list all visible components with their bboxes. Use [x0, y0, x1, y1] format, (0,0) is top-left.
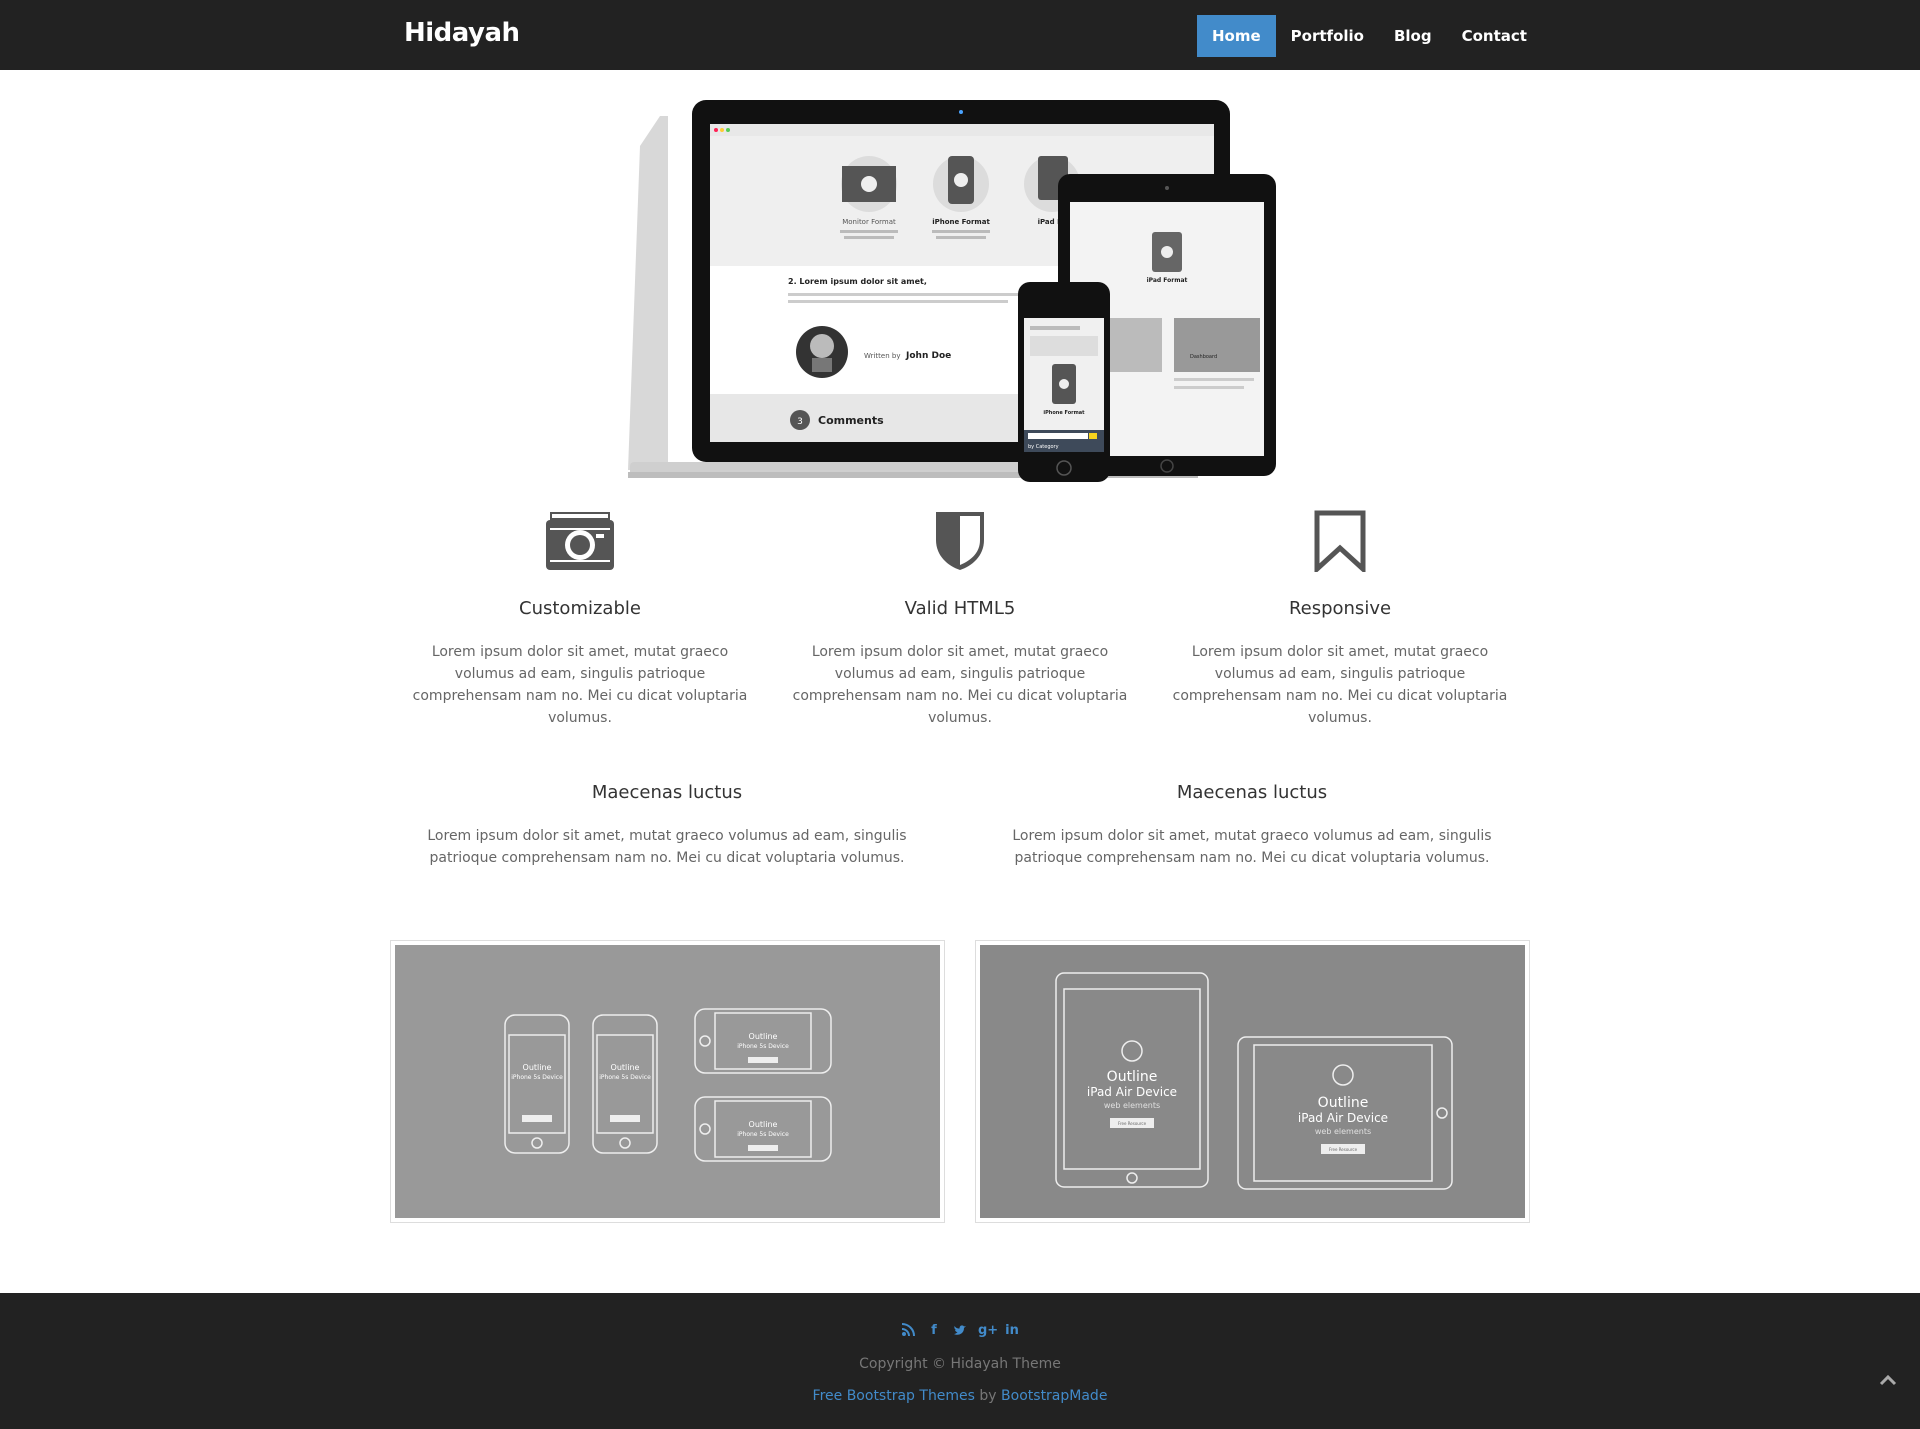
nav-contact[interactable]: Contact [1447, 15, 1542, 57]
card-title: Outline [749, 1120, 778, 1129]
rss-icon[interactable] [900, 1323, 916, 1339]
credit-link[interactable]: Free Bootstrap Themes [813, 1388, 975, 1404]
hero-comments-label: Comments [818, 414, 884, 427]
column-text: Lorem ipsum dolor sit amet, mutat graeco… [1012, 828, 1492, 866]
back-to-top-chevron-up-icon[interactable] [1876, 1368, 1900, 1392]
card-subtitle: iPad Air Device [1298, 1111, 1388, 1125]
card-title: Outline [1318, 1095, 1369, 1111]
feature-text: Lorem ipsum dolor sit amet, mutat graeco… [1172, 644, 1508, 726]
hero-tablet-format: iPad Format [1147, 277, 1188, 284]
feature-responsive: Responsive Lorem ipsum dolor sit amet, m… [1170, 510, 1510, 729]
hero-tablet-panel: Dashboard [1190, 354, 1217, 360]
social-links: f g+ in [0, 1323, 1920, 1339]
column-right: Maecenas luctus Lorem ipsum dolor sit am… [991, 782, 1513, 869]
card-title: Outline [611, 1063, 640, 1072]
card-subtitle: iPad Air Device [1087, 1085, 1177, 1099]
column-title: Maecenas luctus [591, 782, 743, 803]
google-plus-icon[interactable]: g+ [978, 1323, 998, 1339]
credit-author-link[interactable]: BootstrapMade [1001, 1388, 1107, 1404]
hero-format-2: iPhone Format [932, 218, 990, 226]
nav-blog[interactable]: Blog [1379, 15, 1447, 57]
feature-title: Valid HTML5 [904, 598, 1016, 619]
feature-title: Customizable [519, 598, 641, 619]
card-subtitle: iPhone 5s Device [737, 1131, 789, 1138]
copyright-text: Copyright © Hidayah Theme [859, 1356, 1061, 1372]
card-title: Outline [1107, 1069, 1158, 1085]
bookmark-icon [1170, 510, 1510, 580]
portfolio-card-ipad[interactable]: Outline iPad Air Device web elements Out… [975, 940, 1530, 1223]
hero-post-heading: 2. Lorem ipsum dolor sit amet, [788, 277, 927, 286]
card-tagline: web elements [1104, 1101, 1160, 1110]
hero-phone-footer: by Category [1028, 444, 1059, 450]
feature-text: Lorem ipsum dolor sit amet, mutat graeco… [792, 644, 1128, 726]
column-left: Maecenas luctus Lorem ipsum dolor sit am… [406, 782, 928, 869]
card-subtitle: iPhone 5s Device [599, 1074, 651, 1081]
shield-icon [790, 510, 1130, 580]
main-nav: Home Portfolio Blog Contact [1197, 15, 1542, 57]
feature-text: Lorem ipsum dolor sit amet, mutat graeco… [412, 644, 748, 726]
camera-icon [410, 510, 750, 580]
credits: Free Bootstrap Themes by BootstrapMade [0, 1388, 1920, 1404]
credit-by: by [979, 1388, 997, 1404]
card-subtitle: iPhone 5s Device [511, 1074, 563, 1081]
hero-phone-format: iPhone Format [1043, 410, 1085, 416]
hero-format-1: Monitor Format [842, 218, 896, 226]
footer: f g+ in Copyright © Hidayah Theme Free B… [0, 1293, 1920, 1429]
ipad-outline-image: Outline iPad Air Device web elements Out… [980, 945, 1525, 1218]
card-button: Free Resource [1329, 1147, 1358, 1152]
brand-logo[interactable]: Hidayah [404, 18, 520, 48]
column-text: Lorem ipsum dolor sit amet, mutat graeco… [427, 828, 907, 866]
feature-valid-html5: Valid HTML5 Lorem ipsum dolor sit amet, … [790, 510, 1130, 729]
hero-author: John Doe [905, 351, 951, 361]
card-title: Outline [523, 1063, 552, 1072]
card-subtitle: iPhone 5s Device [737, 1043, 789, 1050]
hero-byline-prefix: Written by [864, 352, 900, 360]
card-tagline: web elements [1315, 1127, 1371, 1136]
nav-portfolio[interactable]: Portfolio [1276, 15, 1379, 57]
column-title: Maecenas luctus [1176, 782, 1328, 803]
navbar: Hidayah Home Portfolio Blog Contact [0, 0, 1920, 70]
facebook-icon[interactable]: f [926, 1323, 942, 1339]
feature-customizable: Customizable Lorem ipsum dolor sit amet,… [410, 510, 750, 729]
linkedin-icon[interactable]: in [1004, 1323, 1020, 1339]
card-title: Outline [749, 1032, 778, 1041]
nav-home[interactable]: Home [1197, 15, 1276, 57]
card-button: Free Resource [1118, 1121, 1147, 1126]
iphone-outline-image: Outline iPhone 5s Device Outline iPhone … [395, 945, 940, 1218]
feature-title: Responsive [1288, 598, 1392, 619]
hero-devices-image: Monitor Format iPhone Format iPad Fo 2. … [628, 96, 1294, 486]
hero-comment-count: 3 [797, 417, 803, 427]
portfolio-card-iphone[interactable]: Outline iPhone 5s Device Outline iPhone … [390, 940, 945, 1223]
twitter-icon[interactable] [952, 1323, 968, 1339]
